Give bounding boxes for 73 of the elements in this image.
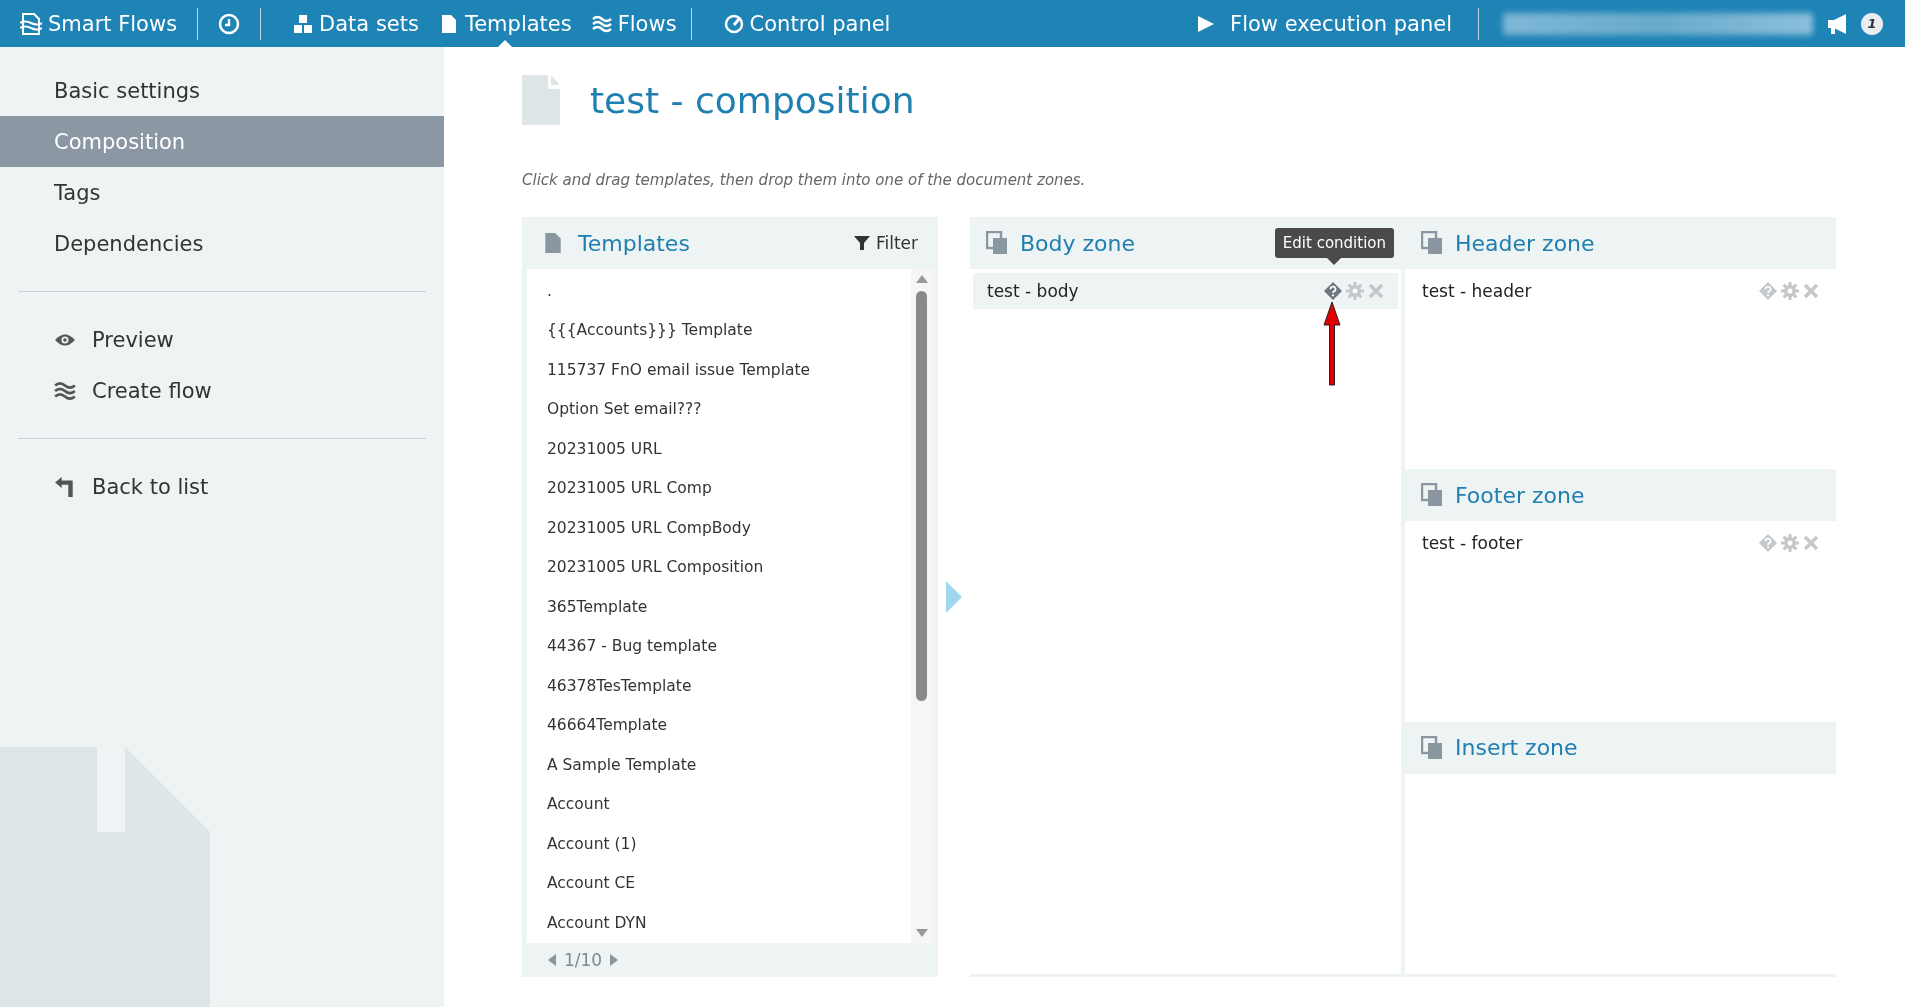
instructions-text: Click and drag templates, then drop them into one of the document zones. <box>522 171 1087 189</box>
copy-icon <box>1421 231 1443 255</box>
brand-link[interactable]: Smart Flows <box>0 11 198 36</box>
nav-tab[interactable]: Templates <box>428 0 582 47</box>
template-item[interactable]: 20231005 URL CompBody <box>547 508 911 548</box>
back-arrow-icon <box>54 475 76 498</box>
template-item[interactable]: 20231005 URL Comp <box>547 468 911 508</box>
filter-button[interactable]: Filter <box>853 233 918 253</box>
zone-item-name: test - body <box>987 281 1079 301</box>
sidebar-item[interactable]: Create flow <box>0 365 444 416</box>
template-item[interactable]: 20231005 URL <box>547 429 911 469</box>
template-item[interactable]: Option Set email??? <box>547 389 911 429</box>
template-item[interactable]: Account <box>547 784 911 824</box>
sidebar-item[interactable]: Dependencies <box>0 218 444 269</box>
user-menu[interactable] <box>1503 12 1813 35</box>
zone-title: Header zone <box>1455 230 1595 256</box>
sidebar-item[interactable]: Tags <box>0 167 444 218</box>
sidebar-item[interactable]: Preview <box>0 314 444 365</box>
template-item[interactable]: Account (1) <box>547 824 911 864</box>
nav-tab[interactable]: Data sets <box>283 0 429 47</box>
nav-tab[interactable]: Flows <box>581 0 687 47</box>
nav-tab[interactable]: Control panel <box>713 0 901 47</box>
panel-title: Templates <box>578 230 690 256</box>
clock-icon <box>218 12 241 35</box>
scroll-down-icon[interactable] <box>916 929 928 937</box>
drag-arrow-icon <box>946 581 962 613</box>
zone-item[interactable]: test - body <box>973 273 1398 309</box>
copy-icon <box>1421 735 1443 760</box>
scroll-up-icon[interactable] <box>916 275 928 283</box>
template-item[interactable]: . <box>547 271 911 311</box>
next-page-icon[interactable] <box>610 954 619 966</box>
zone-item[interactable]: test - footer <box>1408 525 1833 562</box>
template-item[interactable]: 44367 - Bug template <box>547 626 911 666</box>
template-item[interactable]: 20231005 URL Composition <box>547 547 911 587</box>
document-waves-icon <box>20 12 42 35</box>
settings-icon[interactable] <box>1781 282 1799 300</box>
zone-title: Insert zone <box>1455 735 1578 761</box>
waves-icon <box>54 379 76 402</box>
template-item[interactable]: Account CE <box>547 863 911 903</box>
sidebar-item[interactable]: Back to list <box>0 461 444 512</box>
scrollbar[interactable] <box>911 269 933 943</box>
template-item[interactable]: A Sample Template <box>547 745 911 785</box>
template-item[interactable]: 46664Template <box>547 705 911 745</box>
zone-title: Footer zone <box>1455 482 1585 508</box>
page-indicator: 1/10 <box>564 950 603 970</box>
template-item[interactable]: 115737 FnO email issue Template <box>547 350 911 390</box>
previous-page-icon[interactable] <box>548 954 556 966</box>
close-icon[interactable] <box>1803 283 1819 299</box>
zone-item[interactable]: test - header <box>1408 273 1833 309</box>
close-icon[interactable] <box>1368 283 1384 299</box>
document-icon <box>522 75 560 125</box>
tooltip: Edit condition <box>1274 228 1394 265</box>
template-item[interactable]: Account DYN <box>547 903 911 943</box>
copy-icon <box>1421 483 1443 508</box>
template-item[interactable]: {{{Accounts}}} Template <box>547 310 911 350</box>
notification-badge[interactable]: 1 <box>1861 12 1883 35</box>
page-title: test - composition <box>590 79 915 121</box>
zone-item-name: test - header <box>1422 281 1532 301</box>
copy-icon <box>986 231 1008 255</box>
zone-title: Body zone <box>1020 230 1136 256</box>
template-item[interactable]: 365Template <box>547 587 911 627</box>
sidebar-item[interactable]: Basic settings <box>0 65 444 116</box>
gauge-icon <box>723 13 744 34</box>
help-icon[interactable] <box>1324 282 1342 300</box>
flow-execution-link[interactable]: Flow execution panel <box>1170 11 1478 36</box>
blocks-icon <box>293 13 314 34</box>
template-item[interactable]: 46378TesTemplate <box>547 666 911 706</box>
document-icon <box>542 232 564 254</box>
settings-icon[interactable] <box>1781 534 1799 553</box>
close-icon[interactable] <box>1803 535 1819 552</box>
zone-item-name: test - footer <box>1422 533 1523 554</box>
waves-icon <box>591 13 612 34</box>
filter-icon <box>853 235 870 251</box>
